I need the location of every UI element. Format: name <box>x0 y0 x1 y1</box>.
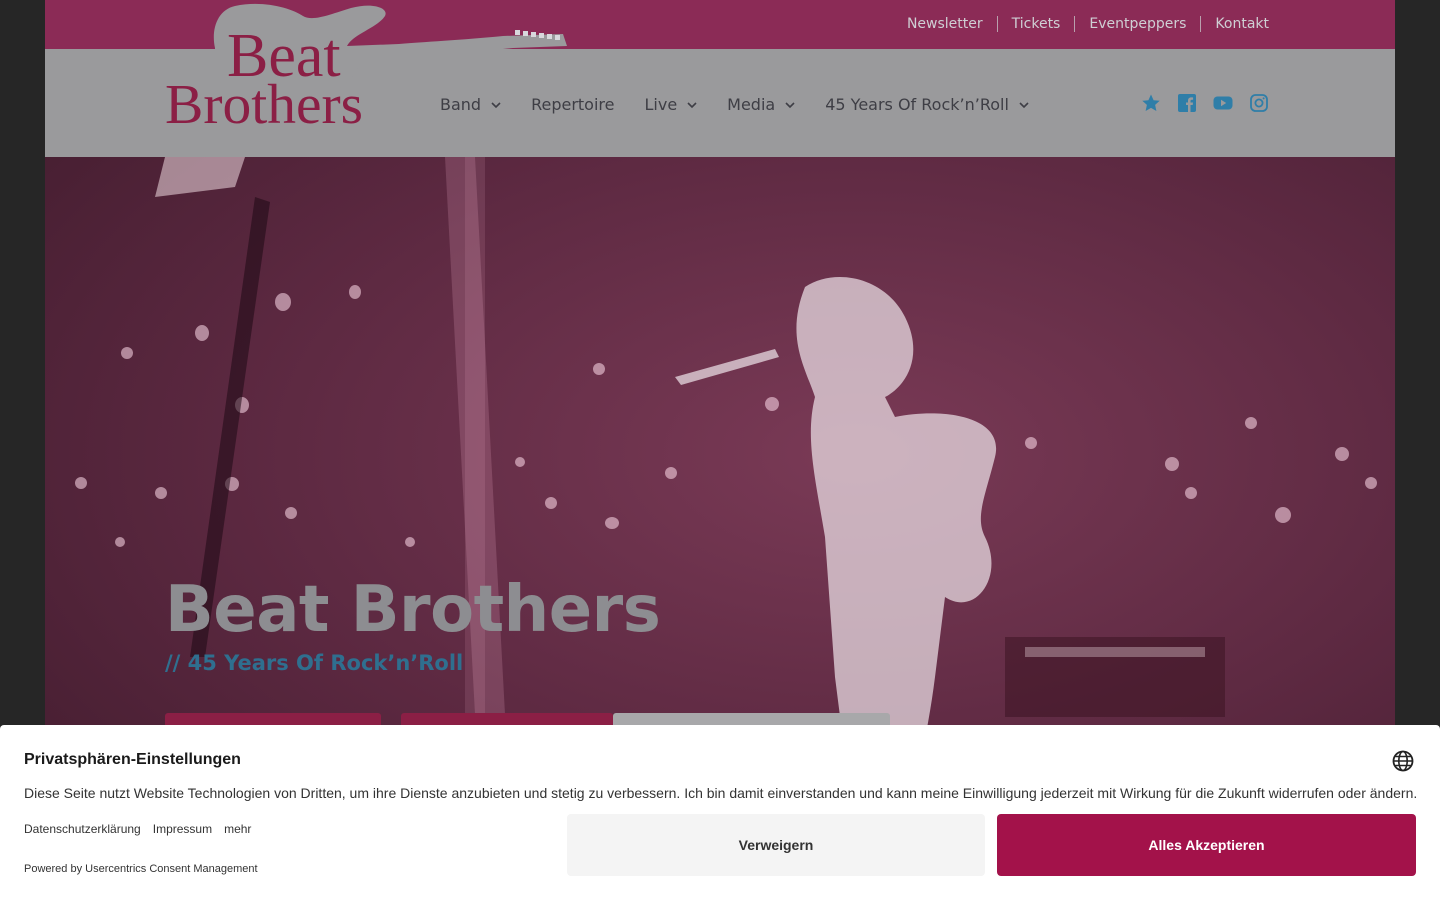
beat-brothers-logo[interactable]: Beat Brothers <box>163 0 568 130</box>
consent-links: Datenschutzerklärung Impressum mehr <box>24 822 251 836</box>
chevron-down-icon <box>687 101 697 108</box>
deny-button[interactable]: Verweigern <box>567 814 985 876</box>
chevron-down-icon <box>785 101 795 108</box>
top-nav-eventpeppers[interactable]: Eventpeppers <box>1075 14 1200 34</box>
accept-all-button[interactable]: Alles Akzeptieren <box>997 814 1416 876</box>
nav-item-label: Live <box>644 95 678 114</box>
nav-item-media[interactable]: Media <box>727 95 795 114</box>
consent-banner: Privatsphären-Einstellungen Diese Seite … <box>0 725 1440 900</box>
facebook-icon[interactable] <box>1177 93 1197 113</box>
more-link[interactable]: mehr <box>224 822 251 836</box>
top-nav-tickets[interactable]: Tickets <box>998 14 1075 34</box>
nav-item-45-years[interactable]: 45 Years Of Rock’n’Roll <box>825 95 1029 114</box>
star-icon[interactable] <box>1141 93 1161 113</box>
privacy-policy-link[interactable]: Datenschutzerklärung <box>24 822 141 836</box>
social-links <box>1141 93 1269 113</box>
logo-line-2: Brothers <box>165 74 363 130</box>
top-nav-newsletter[interactable]: Newsletter <box>893 14 997 34</box>
powered-by-text: Powered by Usercentrics Consent Manageme… <box>24 863 258 875</box>
top-nav: Newsletter Tickets Eventpeppers Kontakt <box>893 14 1269 34</box>
nav-item-label: Media <box>727 95 776 114</box>
hero-title: Beat Brothers <box>165 573 661 647</box>
language-globe-icon[interactable] <box>1392 750 1414 772</box>
hero-subtitle: // 45 Years Of Rock’n’Roll <box>165 651 464 675</box>
chevron-down-icon <box>1019 101 1029 108</box>
nav-item-live[interactable]: Live <box>644 95 697 114</box>
instagram-icon[interactable] <box>1249 93 1269 113</box>
imprint-link[interactable]: Impressum <box>153 822 212 836</box>
consent-title: Privatsphären-Einstellungen <box>24 751 241 768</box>
consent-description: Diese Seite nutzt Website Technologien v… <box>24 785 1418 801</box>
youtube-icon[interactable] <box>1213 93 1233 113</box>
top-nav-kontakt[interactable]: Kontakt <box>1201 14 1269 34</box>
nav-item-label: 45 Years Of Rock’n’Roll <box>825 95 1009 114</box>
